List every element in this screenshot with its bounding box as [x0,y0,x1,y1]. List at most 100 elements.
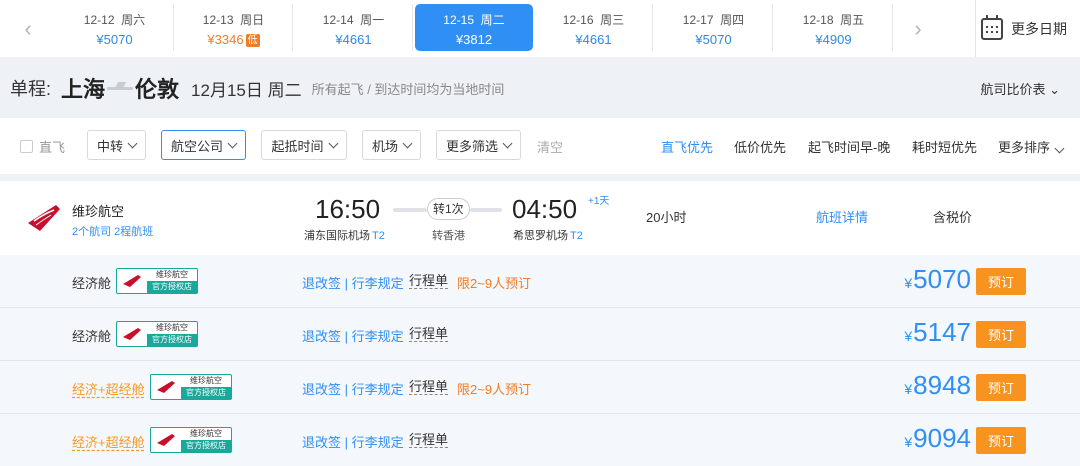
chevron-down-icon [502,138,513,148]
cabin-class[interactable]: 经济+超经舱 [72,432,145,451]
airline-segments-link[interactable]: 2个航司 2程航班 [72,223,153,239]
virgin-logo-icon [157,381,175,393]
filter-label: 机场 [371,138,398,154]
fare-row: 经济舱 维珍航空 官方授权店 退改签 | 行李规定 行程单 ¥5147 预订 [0,308,1080,361]
refund-baggage-links[interactable]: 退改签 | 行李规定 [302,326,404,345]
fare-price: ¥5070 [904,264,971,294]
clear-filters-button[interactable]: 清空 [537,137,563,156]
filter-transfer-button[interactable]: 中转 [87,130,146,160]
fare-list: 经济舱 维珍航空 官方授权店 退改签 | 行李规定 行程单 限2~9人预订 ¥50… [0,255,1080,466]
itinerary-label[interactable]: 行程单 [409,273,449,289]
chevron-down-icon: ⌄ [1049,81,1060,97]
filter-bar: 直飞 中转 航空公司 起抵时间 机场 更多筛选 清空 直飞优先 低价优先 起飞时… [0,118,1080,174]
virgin-logo-icon [157,434,175,446]
cabin-class: 经济舱 [72,329,112,344]
date-label: 12-16 周三 [562,13,625,27]
booking-limit: 限2~9人预订 [457,276,532,291]
calendar-icon [981,14,1003,40]
airline-compare-button[interactable]: 航司比价表 ⌄ [980,79,1060,98]
virgin-logo-icon [123,328,141,340]
departure-airport: 浦东国际机场 T2 [304,230,385,242]
chevron-right-icon[interactable]: › [898,0,938,57]
date-label: 12-18 周五 [802,13,865,27]
filter-label: 中转 [96,138,123,154]
book-button[interactable]: 预订 [976,268,1026,295]
filter-airport-button[interactable]: 机场 [362,130,421,160]
cabin-class: 经济舱 [72,276,112,291]
chevron-left-icon[interactable]: ‹ [8,0,48,57]
date-label: 12-12 周六 [83,13,146,27]
virgin-logo-icon [28,205,60,231]
sort-departure-time[interactable]: 起飞时间早-晚 [808,137,890,156]
date-price: ¥3812 [455,32,493,47]
date-price: ¥5070 [96,32,133,47]
date-label: 12-13 周日 [202,13,265,27]
plane-icon [107,84,134,92]
transfer-badge[interactable]: 转1次 [427,198,470,220]
direct-only-label: 直飞 [39,140,66,155]
book-button[interactable]: 预订 [976,321,1026,348]
date-label: 12-14 周一 [322,13,385,27]
travel-date: 12月15日 周二 [191,80,302,100]
itinerary-label[interactable]: 行程单 [409,432,449,448]
flight-summary: 维珍航空 2个航司 2程航班 16:50 转1次 04:50 +1天 浦东国际机… [0,181,1080,255]
fare-row: 经济+超经舱 维珍航空 官方授权店 退改签 | 行李规定 行程单 ¥9094 预订 [0,414,1080,466]
sort-short-duration[interactable]: 耗时短优先 [912,137,977,156]
airline-name: 维珍航空 [72,204,125,219]
date-cell-12-15-selected[interactable]: 12-15 周二 ¥3812 [415,4,533,51]
chevron-down-icon [328,138,338,148]
filter-label: 航空公司 [170,138,223,154]
fare-row: 经济+超经舱 维珍航空 官方授权店 退改签 | 行李规定 行程单 限2~9人预订 … [0,361,1080,414]
date-cell-12-13[interactable]: 12-13 周日 ¥3346 低 [175,4,293,51]
arrival-airport: 希思罗机场 T2 [513,230,583,242]
filter-time-button[interactable]: 起抵时间 [261,130,347,160]
date-price: ¥4909 [815,32,852,47]
book-button[interactable]: 预订 [976,374,1026,401]
transfer-city: 转香港 [432,230,465,242]
direct-only-checkbox[interactable]: 直飞 [20,137,65,156]
date-label: 12-15 周二 [443,13,505,27]
itinerary-label[interactable]: 行程单 [409,326,449,342]
official-store-badge: 维珍航空 官方授权店 [116,321,198,347]
date-cell-12-18[interactable]: 12-18 周五 ¥4909 [775,4,893,51]
sort-more[interactable]: 更多排序 [998,137,1065,156]
date-bar: ‹ 12-12 周六 ¥5070 12-13 周日 ¥3346 低 12-14 周… [0,0,1080,57]
refund-baggage-links[interactable]: 退改签 | 行李规定 [302,379,404,398]
cabin-class[interactable]: 经济+超经舱 [72,379,145,398]
origin-city: 上海 [61,77,106,102]
book-button[interactable]: 预订 [976,427,1026,454]
more-dates-button[interactable]: 更多日期 [975,0,1067,57]
sort-direct-first[interactable]: 直飞优先 [661,137,713,156]
refund-baggage-links[interactable]: 退改签 | 行李规定 [302,273,404,292]
filter-airline-button[interactable]: 航空公司 [161,130,246,160]
trip-type-label: 单程: [10,79,52,99]
chevron-down-icon [227,138,238,148]
next-day-badge: +1天 [588,196,610,207]
official-store-badge: 维珍航空 官方授权店 [150,427,232,453]
more-dates-label: 更多日期 [1011,20,1067,37]
refund-baggage-links[interactable]: 退改签 | 行李规定 [302,432,404,451]
route-line [470,208,502,212]
date-cell-12-17[interactable]: 12-17 周四 ¥5070 [655,4,773,51]
date-cell-12-16[interactable]: 12-16 周三 ¥4661 [535,4,653,51]
date-price: ¥4661 [575,32,612,47]
filter-more-button[interactable]: 更多筛选 [436,130,521,160]
date-cell-12-14[interactable]: 12-14 周一 ¥4661 [295,4,413,51]
itinerary-label[interactable]: 行程单 [409,379,449,395]
date-cell-12-12[interactable]: 12-12 周六 ¥5070 [56,4,174,51]
date-price: ¥3346 低 [207,32,260,47]
departure-time: 16:50 [315,194,381,224]
date-price: ¥5070 [695,32,732,47]
fare-row: 经济舱 维珍航空 官方授权店 退改签 | 行李规定 行程单 限2~9人预订 ¥50… [0,255,1080,308]
flight-details-link[interactable]: 航班详情 [816,207,868,226]
route-line [393,208,427,212]
checkbox-icon [20,140,33,153]
route-header: 单程: 上海 伦敦 12月15日 周二 所有起飞 / 到达时间均为当地时间 航司… [0,60,1080,116]
sort-low-price[interactable]: 低价优先 [734,137,786,156]
tax-included-note: 含税价 [933,210,973,225]
official-store-badge: 维珍航空 官方授权店 [150,374,232,400]
chevron-down-icon [1054,143,1065,154]
date-price: ¥4661 [335,32,372,47]
destination-city: 伦敦 [135,77,180,102]
chevron-down-icon [402,138,413,148]
